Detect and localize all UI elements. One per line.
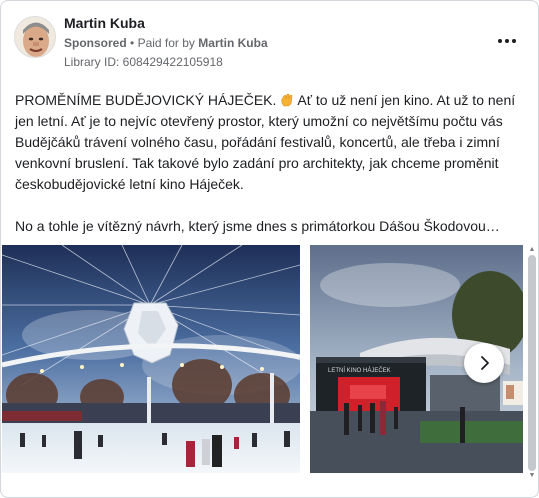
library-id: Library ID: 608429422105918 <box>64 55 223 69</box>
post-text: PROMĚNÍME BUDĚJOVICKÝ HÁJEČEK. Ať to už … <box>15 90 527 237</box>
avatar-image <box>15 17 55 57</box>
meta-separator: • <box>130 36 135 50</box>
paid-for-by-name[interactable]: Martin Kuba <box>198 36 267 50</box>
media-carousel[interactable]: LETNÍ KINO HÁJEČEK <box>1 245 538 477</box>
chevron-right-icon <box>481 356 489 370</box>
sponsored-label: Sponsored <box>64 36 127 50</box>
waving-hand-emoji-icon <box>281 93 293 107</box>
scrollbar-thumb[interactable] <box>528 255 536 471</box>
carousel-image-1[interactable] <box>2 245 300 473</box>
scroll-up-arrow-icon[interactable]: ▲ <box>528 246 536 254</box>
carousel-next-button[interactable] <box>464 343 504 383</box>
paid-for-by-label: Paid for by <box>137 36 195 50</box>
more-options-button[interactable] <box>494 31 520 51</box>
sponsor-line: Sponsored • Paid for by Martin Kuba <box>64 36 268 50</box>
post-paragraph-1: PROMĚNÍME BUDĚJOVICKÝ HÁJEČEK. Ať to už … <box>15 90 527 195</box>
more-horizontal-icon <box>498 39 502 43</box>
scroll-down-arrow-icon[interactable]: ▼ <box>528 472 536 480</box>
avatar[interactable] <box>14 16 56 58</box>
ice-rink-rendering-image <box>2 245 300 473</box>
post-paragraph-2: No a tohle je vítězný návrh, který jsme … <box>15 218 500 234</box>
post-headline: PROMĚNÍME BUDĚJOVICKÝ HÁJEČEK. <box>15 92 277 108</box>
ad-card: Martin Kuba Sponsored • Paid for by Mart… <box>0 0 539 498</box>
author-name[interactable]: Martin Kuba <box>64 15 145 31</box>
cinema-sign: LETNÍ KINO HÁJEČEK <box>328 367 391 374</box>
